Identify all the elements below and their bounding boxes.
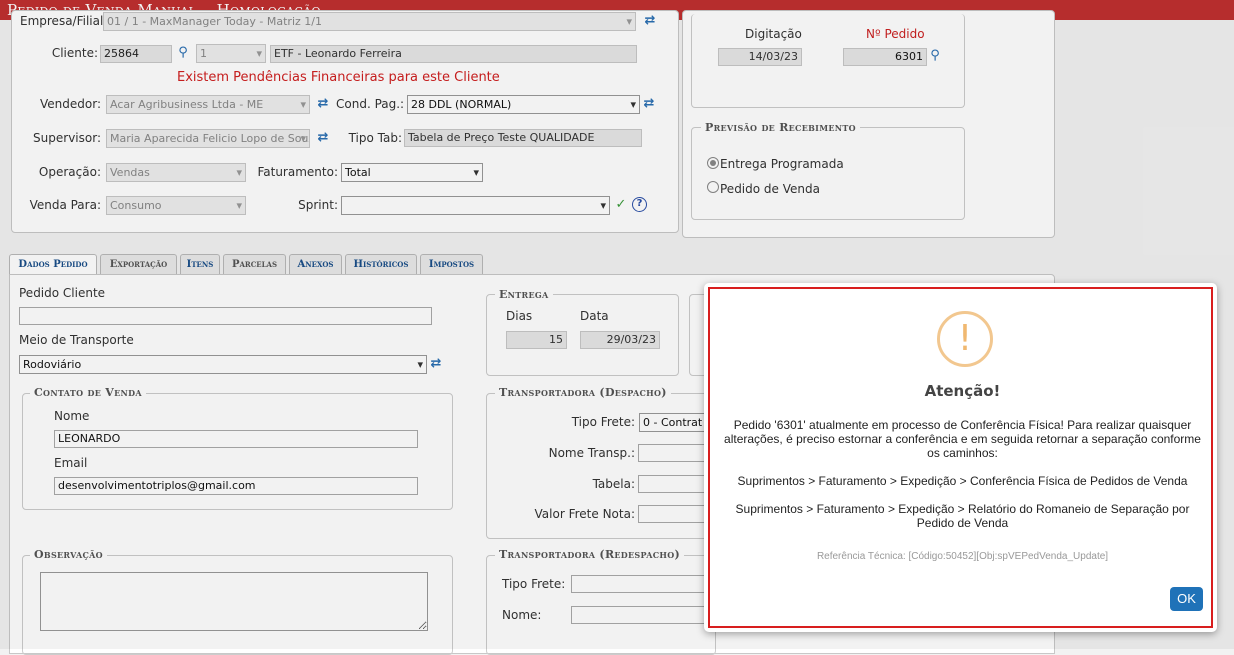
ok-button[interactable]: OK [1170, 587, 1203, 611]
alert-dialog: ! Atenção! Pedido '6301' atualmente em p… [704, 283, 1217, 632]
dialog-title: Atenção! [924, 382, 1001, 400]
exclamation-icon: ! [937, 311, 993, 367]
dialog-message-line3: os caminhos: [927, 446, 998, 460]
dialog-path2-line2: Pedido de Venda [916, 516, 1009, 530]
dialog-reference: Referência Técnica: [Código:50452][Obj:s… [816, 551, 1109, 562]
alert-dialog-border: ! Atenção! Pedido '6301' atualmente em p… [708, 287, 1213, 628]
dialog-message-line2: alterações, é preciso estornar a conferê… [724, 432, 1201, 446]
dialog-path2-line1: Suprimentos > Faturamento > Expedição > … [735, 502, 1190, 516]
dialog-message-line1: Pedido '6301' atualmente em processo de … [733, 418, 1192, 432]
dialog-path1: Suprimentos > Faturamento > Expedição > … [737, 474, 1188, 488]
